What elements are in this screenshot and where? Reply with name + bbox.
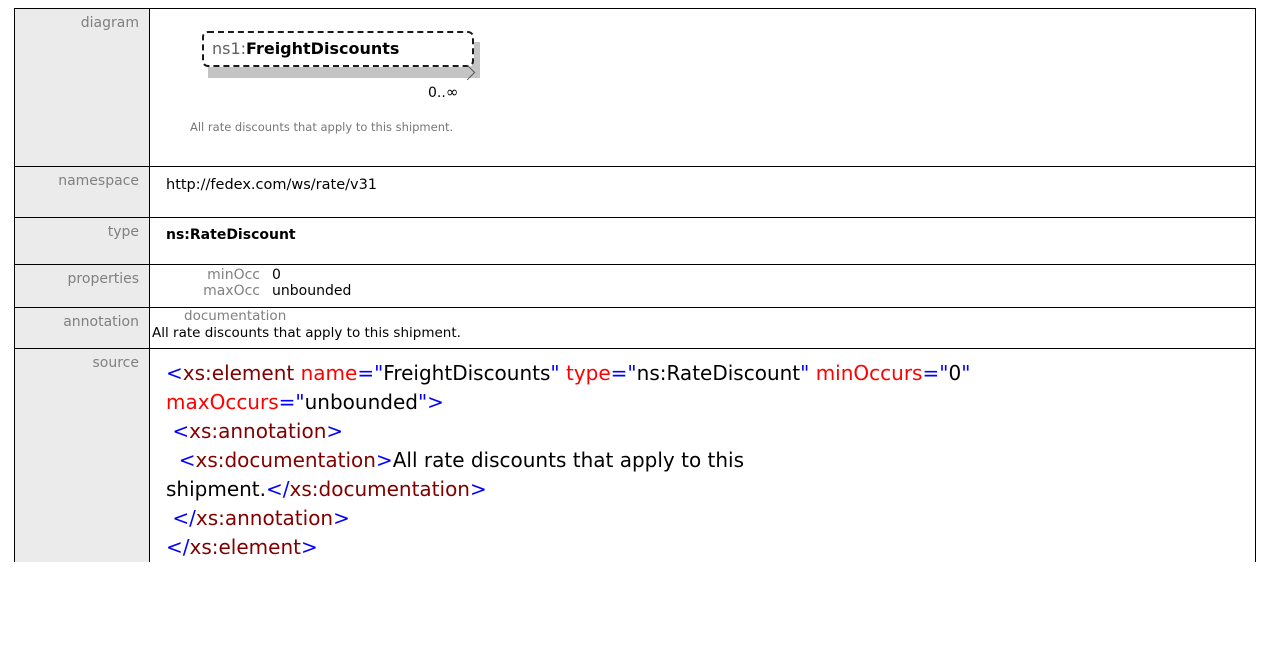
namespace-value: http://fedex.com/ws/rate/v31 (149, 166, 1256, 218)
row-source: source <xs:element name="FreightDiscount… (14, 348, 1256, 562)
src-attr-min: minOccurs (815, 361, 923, 385)
src-val-name: FreightDiscounts (383, 361, 551, 385)
row-annotation: annotation documentation All rate discou… (14, 307, 1256, 349)
diagram-cell: ns1:FreightDiscounts 0..∞ All rate disco… (149, 8, 1256, 167)
src-element-close: xs:element (189, 535, 301, 559)
label-properties: properties (14, 264, 150, 308)
type-value: ns:RateDiscount (149, 217, 1256, 265)
properties-grid: minOcc 0 maxOcc unbounded (150, 265, 1255, 299)
row-namespace: namespace http://fedex.com/ws/rate/v31 (14, 166, 1256, 218)
annotation-cell: documentation All rate discounts that ap… (149, 307, 1256, 349)
src-attr-max: maxOccurs (166, 390, 279, 414)
diagram-prefix: ns1: (212, 39, 247, 58)
occurrence-min: 0.. (428, 85, 446, 101)
infinity-icon: ∞ (445, 83, 459, 101)
src-annotation-open: xs:annotation (189, 419, 327, 443)
src-documentation-close: xs:documentation (289, 477, 470, 501)
src-val-min: 0 (948, 361, 962, 385)
source-code: <xs:element name="FreightDiscounts" type… (166, 361, 971, 559)
label-type: type (14, 217, 150, 265)
prop-maxocc-label: maxOcc (203, 283, 260, 299)
prop-maxocc-value: unbounded (272, 283, 352, 299)
label-annotation: annotation (14, 307, 150, 349)
src-attr-name: name (300, 361, 358, 385)
label-source: source (14, 348, 150, 562)
src-val-type: ns:RateDiscount (636, 361, 801, 385)
diagram-element-box[interactable]: ns1:FreightDiscounts (202, 31, 474, 67)
prop-minocc-value: 0 (272, 267, 281, 283)
row-type: type ns:RateDiscount (14, 217, 1256, 265)
src-doc-text-1: All rate discounts that apply to this (392, 448, 745, 472)
src-documentation-open: xs:documentation (195, 448, 376, 472)
source-cell: <xs:element name="FreightDiscounts" type… (149, 348, 1256, 562)
diagram-occurrence: 0..∞ (428, 83, 458, 101)
label-namespace: namespace (14, 166, 150, 218)
src-attr-type: type (565, 361, 611, 385)
annotation-heading: documentation (184, 308, 287, 324)
src-annotation-close: xs:annotation (195, 506, 334, 530)
element-diagram: ns1:FreightDiscounts 0..∞ All rate disco… (166, 9, 486, 159)
properties-cell: minOcc 0 maxOcc unbounded (149, 264, 1256, 308)
cropped-heading-fragment (0, 0, 1266, 8)
diagram-caption: All rate discounts that apply to this sh… (190, 120, 454, 134)
label-diagram: diagram (14, 8, 150, 167)
prop-minocc-label: minOcc (207, 267, 260, 283)
row-diagram: diagram ns1:FreightDiscounts 0..∞ All ra… (14, 8, 1256, 167)
src-element-tag: xs:element (182, 361, 295, 385)
element-doc-table: diagram ns1:FreightDiscounts 0..∞ All ra… (14, 8, 1256, 562)
diagram-element-name: FreightDiscounts (246, 39, 400, 58)
annotation-text: All rate discounts that apply to this sh… (152, 325, 461, 341)
src-val-max: unbounded (304, 390, 418, 414)
row-properties: properties minOcc 0 maxOcc unbounded (14, 264, 1256, 308)
src-doc-text-2: shipment. (166, 477, 267, 501)
